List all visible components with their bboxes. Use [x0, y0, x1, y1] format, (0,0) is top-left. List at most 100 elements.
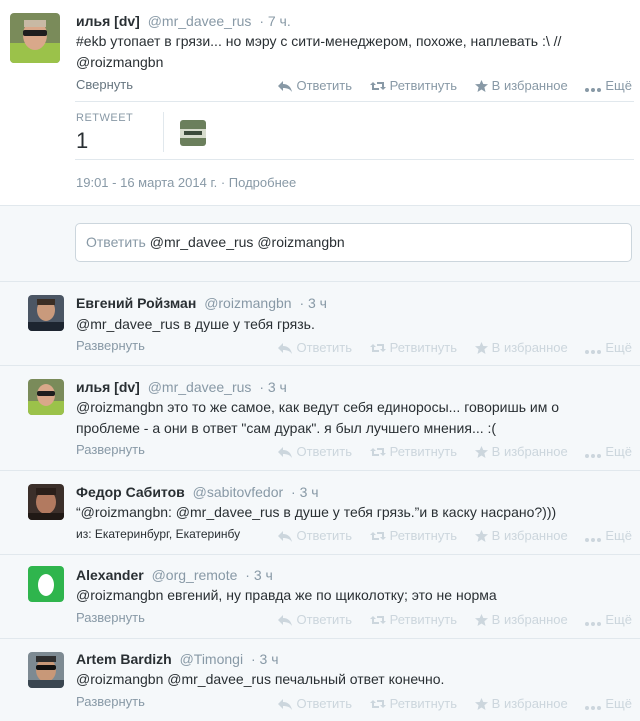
more-icon — [585, 350, 602, 354]
more-button[interactable]: Ещё — [585, 528, 632, 543]
favorite-button[interactable]: В избранное — [474, 340, 568, 355]
reply-tweet: илья [dv] @mr_davee_rus · 3 ч @roizmangb… — [0, 366, 640, 471]
retweet-button[interactable]: Ретвитнуть — [369, 696, 457, 711]
retweet-button[interactable]: Ретвитнуть — [369, 78, 458, 93]
tweet-text: @roizmangbn евгений, ну правда же по щик… — [76, 585, 636, 606]
tweet-text-line: проблеме - а они в ответ "сам дурак". я … — [76, 420, 497, 436]
star-icon — [474, 698, 488, 710]
retweet-icon — [369, 448, 386, 456]
author-handle[interactable]: @mr_davee_rus — [148, 13, 252, 29]
author-handle[interactable]: @Timongi — [180, 651, 244, 667]
author-name[interactable]: Федор Сабитов — [76, 484, 185, 500]
retweet-label: Ретвитнуть — [389, 444, 458, 459]
reply-button[interactable]: Ответить — [278, 444, 352, 459]
reply-button[interactable]: Ответить — [278, 78, 352, 93]
retweet-label: Ретвитнуть — [389, 78, 458, 93]
divider — [75, 159, 634, 160]
avatar[interactable] — [28, 652, 64, 688]
tweet-actions: Ответить Ретвитнуть В избранное Ещё — [264, 444, 632, 459]
tweet-author[interactable]: илья [dv] @mr_davee_rus · 7 ч. — [76, 13, 291, 29]
favorite-button[interactable]: В избранное — [474, 78, 568, 93]
favorite-button[interactable]: В избранное — [474, 612, 568, 627]
more-button[interactable]: Ещё — [585, 612, 632, 627]
reply-button[interactable]: Ответить — [278, 696, 352, 711]
tweet-author[interactable]: илья [dv] @mr_davee_rus · 3 ч — [76, 379, 287, 395]
author-name[interactable]: илья [dv] — [76, 379, 140, 395]
tweet-text-line: @roizmangbn @mr_davee_rus печальный отве… — [76, 671, 445, 687]
retweet-label: Ретвитнуть — [389, 612, 458, 627]
author-handle[interactable]: @sabitovfedor — [193, 484, 283, 500]
more-icon — [585, 454, 602, 458]
tweet-author[interactable]: Alexander @org_remote · 3 ч — [76, 567, 273, 583]
more-button[interactable]: Ещё — [585, 340, 632, 355]
tweet-time[interactable]: · 3 ч — [299, 295, 327, 311]
reply-button[interactable]: Ответить — [278, 612, 352, 627]
retweet-icon — [369, 344, 386, 352]
avatar[interactable] — [28, 295, 64, 331]
tweet-time[interactable]: · 3 ч — [259, 379, 287, 395]
reply-icon — [278, 343, 293, 354]
retweet-button[interactable]: Ретвитнуть — [369, 444, 458, 459]
tweet-time[interactable]: · 3 ч — [251, 651, 279, 667]
expand-link[interactable]: Развернуть — [76, 694, 145, 709]
author-handle[interactable]: @mr_davee_rus — [148, 379, 252, 395]
star-icon — [474, 614, 488, 626]
retweet-label: Ретвитнуть — [389, 528, 458, 543]
collapse-link[interactable]: Свернуть — [76, 77, 133, 92]
tweet-location[interactable]: из: Екатеринбург, Екатеринбу — [76, 527, 240, 541]
tweet-text-line: @roizmangbn это то же самое, как ведут с… — [76, 399, 559, 415]
more-button[interactable]: Ещё — [585, 444, 632, 459]
tweet-author[interactable]: Федор Сабитов @sabitovfedor · 3 ч — [76, 484, 319, 500]
more-button[interactable]: Ещё — [585, 696, 632, 711]
tweet-text: @roizmangbn это то же самое, как ведут с… — [76, 397, 636, 439]
reply-icon — [278, 699, 293, 710]
reply-button[interactable]: Ответить — [278, 528, 352, 543]
more-icon — [585, 706, 602, 710]
avatar[interactable] — [28, 566, 64, 602]
avatar[interactable] — [10, 13, 60, 63]
main-tweet: илья [dv] @mr_davee_rus · 7 ч. #ekb утоп… — [0, 0, 640, 206]
tweet-actions: Ответить Ретвитнуть В избранное Ещё — [264, 696, 632, 711]
tweet-author[interactable]: Евгений Ройзман @roizmangbn · 3 ч — [76, 295, 327, 311]
tweet-actions: Ответить Ретвитнуть В избранное Ещё — [264, 78, 632, 93]
tweet-text-line: “@roizmangbn: @mr_davee_rus в душе у теб… — [76, 504, 557, 520]
favorite-button[interactable]: В избранное — [474, 528, 568, 543]
tweet-time[interactable]: · 3 ч — [245, 567, 273, 583]
retweet-stat-value[interactable]: 1 — [76, 128, 88, 154]
expand-link[interactable]: Развернуть — [76, 610, 145, 625]
tweet-time[interactable]: · 3 ч — [291, 484, 319, 500]
avatar[interactable] — [28, 484, 64, 520]
reply-input[interactable]: Ответить @mr_davee_rus @roizmangbn — [75, 223, 632, 262]
retweet-stat-label[interactable]: RETWEET — [76, 112, 133, 124]
retweet-button[interactable]: Ретвитнуть — [369, 528, 458, 543]
star-icon — [474, 530, 488, 542]
avatar[interactable] — [28, 379, 64, 415]
expand-link[interactable]: Развернуть — [76, 338, 145, 353]
reply-button[interactable]: Ответить — [278, 340, 352, 355]
favorite-button[interactable]: В избранное — [474, 444, 568, 459]
retweet-button[interactable]: Ретвитнуть — [369, 340, 457, 355]
more-button[interactable]: Ещё — [585, 78, 632, 93]
author-name[interactable]: Artem Bardizh — [76, 651, 172, 667]
author-name[interactable]: Alexander — [76, 567, 144, 583]
author-name[interactable]: илья [dv] — [76, 13, 140, 29]
expand-link[interactable]: Развернуть — [76, 442, 145, 457]
author-handle[interactable]: @roizmangbn — [204, 295, 291, 311]
retweet-button[interactable]: Ретвитнуть — [369, 612, 458, 627]
author-name[interactable]: Евгений Ройзман — [76, 295, 196, 311]
retweeter-avatar[interactable] — [180, 120, 206, 146]
more-label: Ещё — [605, 612, 632, 627]
tweet-author[interactable]: Artem Bardizh @Timongi · 3 ч — [76, 651, 279, 667]
reply-icon — [278, 531, 293, 542]
favorite-label: В избранное — [491, 696, 568, 711]
author-handle[interactable]: @org_remote — [152, 567, 238, 583]
retweet-icon — [369, 532, 386, 540]
favorite-button[interactable]: В избранное — [474, 696, 568, 711]
tweet-timestamp[interactable]: 19:01 - 16 марта 2014 г. — [76, 175, 217, 190]
mention-link[interactable]: @roizmangbn — [76, 52, 636, 73]
tweet-time[interactable]: · 7 ч. — [259, 13, 290, 29]
tweet-actions: Ответить Ретвитнуть В избранное Ещё — [264, 528, 632, 543]
details-link[interactable]: Подробнее — [229, 175, 296, 190]
more-label: Ещё — [605, 78, 632, 93]
favorite-label: В избранное — [491, 528, 568, 543]
